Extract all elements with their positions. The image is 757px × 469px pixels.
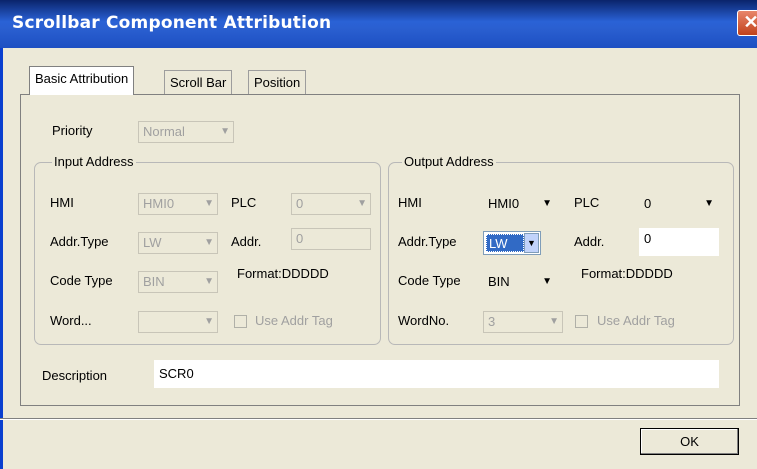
close-button[interactable]: ✕ <box>737 10 757 36</box>
input-code-type-label: Code Type <box>50 273 113 288</box>
input-use-addr-tag-checkbox[interactable] <box>234 315 247 328</box>
output-plc-value: 0 <box>644 196 652 211</box>
output-hmi-label: HMI <box>398 195 422 210</box>
output-code-type-label: Code Type <box>398 273 461 288</box>
input-use-addr-tag-label: Use Addr Tag <box>255 313 333 328</box>
title-bar: Scrollbar Component Attribution ✕ <box>0 0 757 48</box>
output-use-addr-tag-checkbox[interactable] <box>575 315 588 328</box>
output-format-text: Format:DDDDD <box>581 266 673 281</box>
window-border <box>0 48 3 469</box>
chevron-down-icon[interactable]: ▼ <box>524 233 539 253</box>
description-field[interactable]: SCR0 <box>154 360 719 388</box>
input-word-label: Word... <box>50 313 92 328</box>
input-plc-value: 0 <box>296 196 304 211</box>
output-wordno-value: 3 <box>488 314 496 329</box>
chevron-down-icon: ▼ <box>542 276 552 287</box>
output-plc-select[interactable]: 0 ▼ <box>639 193 719 215</box>
window-title: Scrollbar Component Attribution <box>12 13 332 33</box>
tab-position[interactable]: Position <box>248 70 307 96</box>
output-addr-type-label: Addr.Type <box>398 234 457 249</box>
description-value: SCR0 <box>159 366 194 381</box>
output-addr-field[interactable]: 0 <box>639 228 719 256</box>
input-addr-type-select[interactable]: LW ▼ <box>138 232 218 254</box>
input-format-text: Format:DDDDD <box>237 266 329 281</box>
chevron-down-icon: ▼ <box>204 198 214 209</box>
priority-select[interactable]: Normal ▼ <box>138 121 234 143</box>
output-use-addr-tag-label: Use Addr Tag <box>597 313 675 328</box>
close-icon: ✕ <box>743 12 757 32</box>
input-code-type-value: BIN <box>143 274 165 289</box>
output-addr-type-value: LW <box>486 234 524 252</box>
output-addr-label: Addr. <box>574 234 605 249</box>
input-addr-label: Addr. <box>231 234 262 249</box>
priority-value: Normal <box>143 124 185 139</box>
input-code-type-select[interactable]: BIN ▼ <box>138 271 218 293</box>
input-hmi-value: HMI0 <box>143 196 175 211</box>
chevron-down-icon: ▼ <box>704 198 714 209</box>
input-addr-type-label: Addr.Type <box>50 234 109 249</box>
input-address-title: Input Address <box>52 154 136 169</box>
output-hmi-select[interactable]: HMI0 ▼ <box>483 193 563 215</box>
input-hmi-label: HMI <box>50 195 74 210</box>
priority-label: Priority <box>52 123 93 138</box>
input-hmi-select[interactable]: HMI0 ▼ <box>138 193 218 215</box>
output-address-title: Output Address <box>402 154 496 169</box>
ok-button[interactable]: OK <box>640 428 739 455</box>
chevron-down-icon: ▼ <box>357 198 367 209</box>
chevron-down-icon: ▼ <box>220 126 230 137</box>
input-plc-select[interactable]: 0 ▼ <box>291 193 371 215</box>
tab-scroll-bar[interactable]: Scroll Bar <box>164 70 233 96</box>
input-addr-field[interactable]: 0 <box>291 228 371 250</box>
chevron-down-icon: ▼ <box>204 237 214 248</box>
tab-label: Scroll Bar <box>170 75 227 90</box>
input-word-select[interactable]: ▼ <box>138 311 218 333</box>
description-label: Description <box>42 368 108 383</box>
chevron-down-icon: ▼ <box>542 198 552 209</box>
output-wordno-label: WordNo. <box>398 313 450 328</box>
footer-divider <box>0 418 757 420</box>
tab-label: Position <box>254 75 301 90</box>
input-plc-label: PLC <box>231 195 257 210</box>
input-addr-value: 0 <box>296 231 304 246</box>
output-code-type-select[interactable]: BIN ▼ <box>483 271 563 293</box>
input-addr-type-value: LW <box>143 235 162 250</box>
output-plc-label: PLC <box>574 195 600 210</box>
tab-basic-attribution[interactable]: Basic Attribution <box>29 66 135 95</box>
output-code-type-value: BIN <box>488 274 510 289</box>
chevron-down-icon: ▼ <box>204 316 214 327</box>
output-hmi-value: HMI0 <box>488 196 520 211</box>
chevron-down-icon: ▼ <box>549 316 559 327</box>
tab-label: Basic Attribution <box>35 71 129 86</box>
output-addr-type-select[interactable]: LW ▼ <box>483 231 541 255</box>
chevron-down-icon: ▼ <box>204 276 214 287</box>
output-addr-value: 0 <box>644 231 652 246</box>
output-wordno-select[interactable]: 3 ▼ <box>483 311 563 333</box>
